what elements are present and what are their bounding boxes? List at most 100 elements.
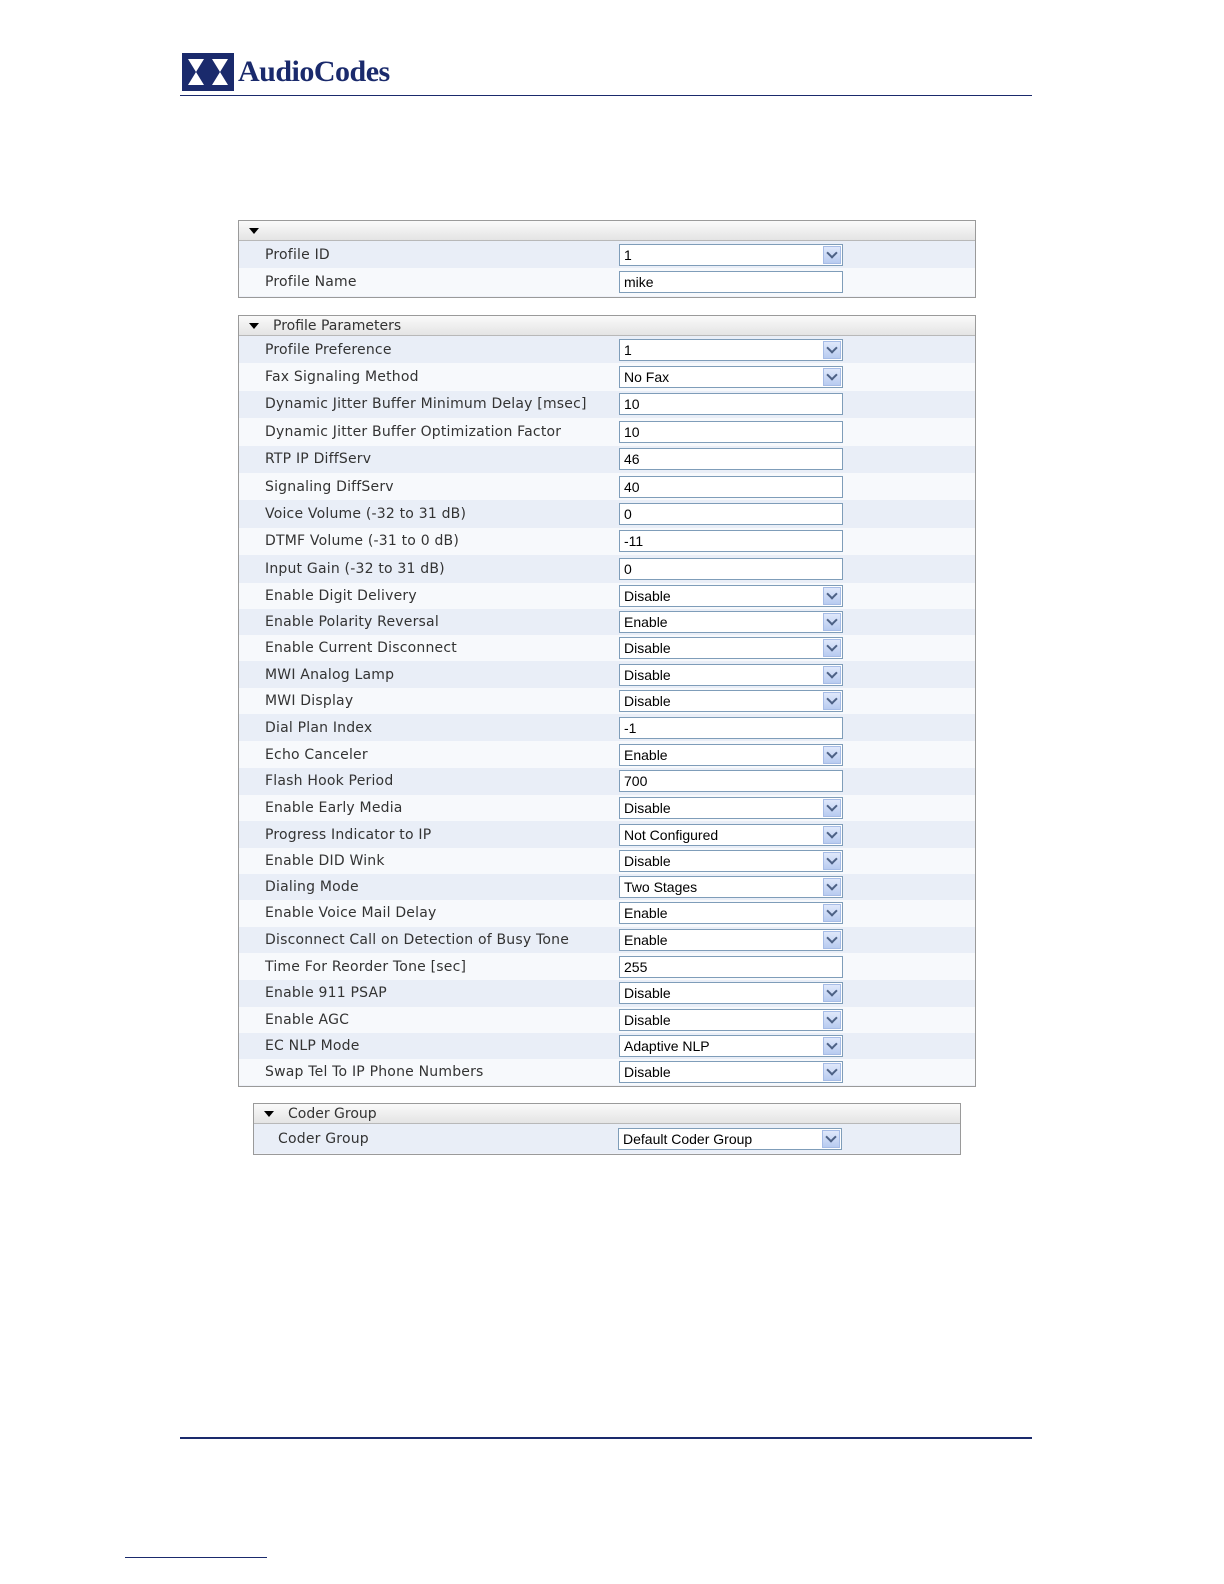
collapse-triangle-icon[interactable] <box>249 227 259 234</box>
time-for-reorder-tone-sec-input[interactable]: 255 <box>619 955 843 978</box>
field-value: Two Stages <box>624 879 698 896</box>
footer-rule <box>180 1437 1032 1439</box>
audiocodes-logo: AudioCodes <box>182 52 390 92</box>
section-title: Coder Group <box>288 1105 377 1122</box>
fax-signaling-method-select[interactable]: No Fax <box>619 366 843 389</box>
profile-name-input[interactable]: mike <box>619 271 843 293</box>
dialing-mode-select[interactable]: Two Stages <box>619 876 843 899</box>
field-label: Flash Hook Period <box>265 773 394 790</box>
profile-preference-select[interactable]: 1 <box>619 338 843 361</box>
chevron-down-icon[interactable] <box>823 1010 841 1029</box>
field-label: Profile ID <box>265 246 330 263</box>
field-label: Coder Group <box>278 1130 369 1147</box>
chevron-down-icon[interactable] <box>823 851 841 870</box>
dynamic-jitter-buffer-optimization-factor-input[interactable]: 10 <box>619 420 843 443</box>
chevron-down-icon[interactable] <box>823 1063 841 1082</box>
field-value: mike <box>624 274 654 290</box>
collapse-triangle-icon[interactable] <box>249 322 259 329</box>
collapse-triangle-icon[interactable] <box>264 1110 274 1117</box>
coder-group-select[interactable]: Default Coder Group <box>618 1127 842 1150</box>
chevron-down-icon[interactable] <box>823 825 841 844</box>
chevron-down-icon[interactable] <box>823 1036 841 1055</box>
chevron-down-icon[interactable] <box>823 245 841 264</box>
enable-did-wink-select[interactable]: Disable <box>619 849 843 872</box>
row-enable-voice-mail-delay: Enable Voice Mail Delay Enable <box>239 900 975 927</box>
chevron-down-icon[interactable] <box>823 612 841 631</box>
field-value: 700 <box>624 773 648 790</box>
progress-indicator-to-ip-select[interactable]: Not Configured <box>619 823 843 846</box>
row-enable-digit-delivery: Enable Digit Delivery Disable <box>239 582 975 609</box>
rtp-ip-diffserv-input[interactable]: 46 <box>619 448 843 471</box>
mwi-display-select[interactable]: Disable <box>619 689 843 712</box>
ec-nlp-mode-select[interactable]: Adaptive NLP <box>619 1034 843 1057</box>
field-value: Disable <box>624 985 671 1002</box>
chevron-down-icon[interactable] <box>823 799 841 818</box>
chevron-down-icon[interactable] <box>823 368 841 387</box>
profile-section-header[interactable] <box>239 221 975 241</box>
coder-group-header[interactable]: Coder Group <box>254 1104 960 1124</box>
field-value: 1 <box>624 341 632 358</box>
field-label: Dialing Mode <box>265 879 359 896</box>
field-value: No Fax <box>624 369 670 386</box>
row-voice-volume-32-to-31-db: Voice Volume (-32 to 31 dB) 0 <box>239 500 975 528</box>
dtmf-volume-31-to-0-db-input[interactable]: -11 <box>619 530 843 553</box>
field-value: Disable <box>624 640 671 657</box>
row-enable-911-psap: Enable 911 PSAP Disable <box>239 980 975 1007</box>
swap-tel-to-ip-phone-numbers-select[interactable]: Disable <box>619 1061 843 1084</box>
chevron-down-icon[interactable] <box>823 745 841 764</box>
chevron-down-icon[interactable] <box>823 930 841 949</box>
enable-agc-select[interactable]: Disable <box>619 1008 843 1031</box>
field-label: Dial Plan Index <box>265 719 373 736</box>
chevron-down-icon[interactable] <box>823 586 841 605</box>
field-label: Progress Indicator to IP <box>265 826 432 843</box>
echo-canceler-select[interactable]: Enable <box>619 743 843 766</box>
field-label: Fax Signaling Method <box>265 369 419 386</box>
row-echo-canceler: Echo Canceler Enable <box>239 741 975 768</box>
enable-early-media-select[interactable]: Disable <box>619 797 843 820</box>
field-value: 40 <box>624 478 640 495</box>
row-signaling-diffserv: Signaling DiffServ 40 <box>239 472 975 501</box>
field-label: Profile Preference <box>265 341 392 358</box>
enable-digit-delivery-select[interactable]: Disable <box>619 584 843 607</box>
mwi-analog-lamp-select[interactable]: Disable <box>619 663 843 686</box>
chevron-down-icon[interactable] <box>823 984 841 1003</box>
profile-rows: Profile ID 1 Profile Name mike <box>239 241 975 296</box>
chevron-down-icon[interactable] <box>823 340 841 359</box>
row-enable-agc: Enable AGC Disable <box>239 1006 975 1033</box>
chevron-down-icon[interactable] <box>823 904 841 923</box>
dial-plan-index-input[interactable]: -1 <box>619 716 843 739</box>
logo-text: AudioCodes <box>238 55 390 88</box>
dynamic-jitter-buffer-minimum-delay-msec-input[interactable]: 10 <box>619 393 843 416</box>
coder-group-rows: Coder Group Default Coder Group <box>254 1124 960 1153</box>
enable-911-psap-select[interactable]: Disable <box>619 982 843 1005</box>
chevron-down-icon[interactable] <box>823 639 841 658</box>
chevron-down-icon[interactable] <box>823 665 841 684</box>
field-label: Enable Early Media <box>265 800 403 817</box>
profile-id-select[interactable]: 1 <box>619 243 843 266</box>
field-value: Disable <box>624 1011 671 1028</box>
field-label: EC NLP Mode <box>265 1037 360 1054</box>
row-enable-early-media: Enable Early Media Disable <box>239 795 975 822</box>
chevron-down-icon[interactable] <box>822 1129 840 1148</box>
field-value: Disable <box>624 587 671 604</box>
row-coder-group: Coder Group Default Coder Group <box>254 1124 960 1153</box>
field-label: DTMF Volume (-31 to 0 dB) <box>265 533 460 550</box>
voice-volume-32-to-31-db-input[interactable]: 0 <box>619 503 843 526</box>
row-profile-name: Profile Name mike <box>239 268 975 296</box>
input-gain-32-to-31-db-input[interactable]: 0 <box>619 557 843 580</box>
field-label: Enable AGC <box>265 1011 350 1028</box>
enable-polarity-reversal-select[interactable]: Enable <box>619 610 843 633</box>
chevron-down-icon[interactable] <box>823 878 841 897</box>
row-ec-nlp-mode: EC NLP Mode Adaptive NLP <box>239 1032 975 1060</box>
signaling-diffserv-input[interactable]: 40 <box>619 475 843 498</box>
field-label: MWI Display <box>265 692 354 709</box>
enable-voice-mail-delay-select[interactable]: Enable <box>619 902 843 925</box>
enable-current-disconnect-select[interactable]: Disable <box>619 637 843 660</box>
row-profile-id: Profile ID 1 <box>239 241 975 268</box>
disconnect-call-on-detection-of-busy-tone-select[interactable]: Enable <box>619 928 843 951</box>
flash-hook-period-input[interactable]: 700 <box>619 770 843 793</box>
field-value: -11 <box>624 533 644 550</box>
row-enable-did-wink: Enable DID Wink Disable <box>239 847 975 874</box>
profile-parameters-header[interactable]: Profile Parameters <box>239 316 975 336</box>
chevron-down-icon[interactable] <box>823 691 841 710</box>
